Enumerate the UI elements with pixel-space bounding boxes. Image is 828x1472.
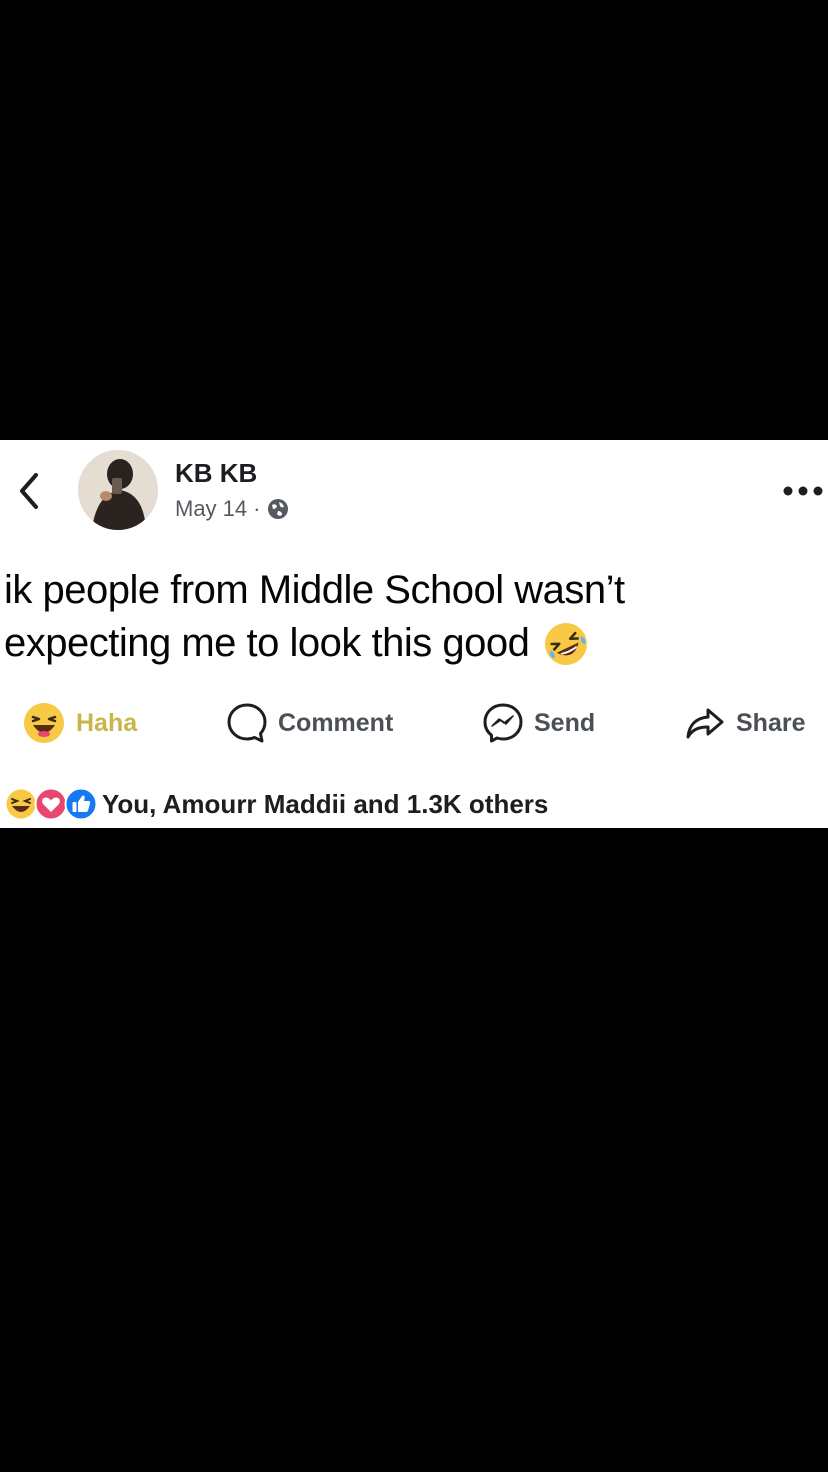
reactions-summary-text: You, Amourr Maddii and 1.3K others xyxy=(102,788,549,819)
ellipsis-icon xyxy=(783,486,823,496)
haha-icon xyxy=(24,703,64,743)
post-date[interactable]: May 14 xyxy=(175,496,247,522)
reactions-summary[interactable]: You, Amourr Maddii and 1.3K others xyxy=(4,784,548,824)
avatar[interactable] xyxy=(78,450,158,530)
messenger-icon xyxy=(483,703,523,743)
comment-label: Comment xyxy=(278,708,394,737)
comment-button[interactable]: Comment xyxy=(226,698,393,748)
post-text-line-1: ik people from Middle School wasn’t xyxy=(4,568,625,612)
chevron-left-icon xyxy=(20,473,38,509)
globe-icon xyxy=(268,499,289,519)
author-name[interactable]: KB KB xyxy=(175,458,257,489)
share-arrow-icon xyxy=(686,708,724,739)
send-button[interactable]: Send xyxy=(482,698,595,748)
post-text-line-2: expecting me to look this good xyxy=(4,617,824,670)
post-text: ik people from Middle School wasn’t expe… xyxy=(4,564,824,670)
comment-icon xyxy=(227,703,267,743)
haha-label: Haha xyxy=(76,708,138,737)
reaction-icons xyxy=(4,787,98,821)
love-icon xyxy=(34,787,68,821)
haha-reaction-button[interactable]: Haha xyxy=(22,698,137,748)
like-icon xyxy=(64,787,98,821)
more-options-button[interactable] xyxy=(780,472,826,510)
haha-icon xyxy=(4,787,38,821)
share-label: Share xyxy=(736,708,806,737)
back-button[interactable] xyxy=(12,470,46,512)
meta-separator: · xyxy=(253,496,261,521)
share-button[interactable]: Share xyxy=(684,698,805,748)
rolling-laughing-emoji-icon xyxy=(545,622,588,665)
send-label: Send xyxy=(534,708,596,737)
post-meta: May 14 · xyxy=(175,496,290,522)
